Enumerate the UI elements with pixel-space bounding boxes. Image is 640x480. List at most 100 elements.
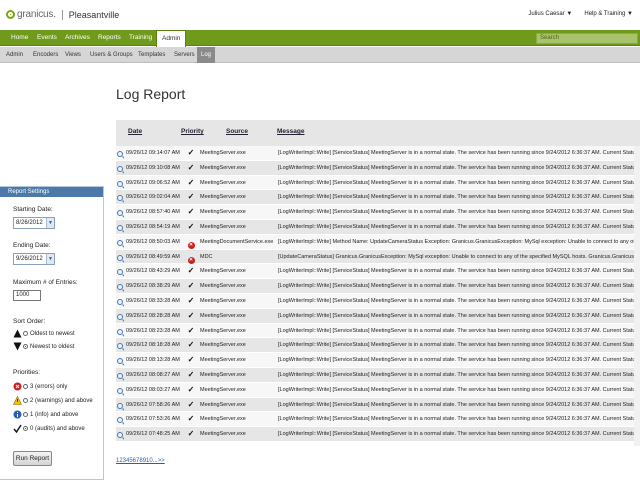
- table-row[interactable]: 09/26/12 09:06:52 AM ✓ MeetingServer.exe [L…: [116, 175, 640, 191]
- col-source-header[interactable]: Source: [226, 128, 248, 135]
- table-row[interactable]: 09/26/12 08:54:19 AM ✓ MeetingServer.exe [L…: [116, 219, 640, 235]
- priority-warnings-radio[interactable]: [23, 398, 28, 403]
- table-row[interactable]: 09/26/12 07:58:26 AM ✓ MeetingServer.exe [L…: [116, 397, 640, 413]
- checkmark-icon: ✓: [187, 162, 195, 172]
- sort-newest-radio[interactable]: [23, 344, 28, 349]
- table-row[interactable]: 09/26/12 08:49:59 AM ✕ MDC [UpdateCameraSta…: [116, 249, 640, 265]
- tab-reports[interactable]: Reports: [93, 30, 126, 46]
- magnifier-icon[interactable]: [116, 250, 124, 264]
- magnifier-icon[interactable]: [116, 161, 124, 175]
- starting-date-select[interactable]: 8/26/2012 ▼: [13, 217, 55, 229]
- magnifier-icon[interactable]: [116, 235, 124, 249]
- table-row[interactable]: 09/26/12 08:23:28 AM ✓ MeetingServer.exe [L…: [116, 323, 640, 339]
- col-priority-header[interactable]: Priority: [181, 128, 204, 135]
- priority-audits-option[interactable]: 0 (audits) and above: [13, 424, 85, 434]
- priorities-label: Priorities:: [13, 369, 41, 376]
- granicus-logo[interactable]: granicus. Pleasantville: [6, 9, 119, 20]
- sort-oldest-radio[interactable]: [23, 331, 28, 336]
- warning-icon: [13, 395, 22, 405]
- sort-newest-option[interactable]: Newest to oldest: [13, 342, 74, 351]
- subtab-log[interactable]: Log: [197, 47, 216, 63]
- table-row[interactable]: 09/26/12 09:02:04 AM ✓ MeetingServer.exe [L…: [116, 190, 640, 206]
- table-row[interactable]: 09/26/12 08:28:28 AM ✓ MeetingServer.exe [L…: [116, 308, 640, 324]
- sub-nav: Admin Encoders Views Users & Groups Temp…: [0, 47, 640, 63]
- magnifier-icon[interactable]: [116, 146, 124, 160]
- subtab-admin[interactable]: Admin: [2, 47, 27, 63]
- row-date: 09/26/12 09:14:07 AM: [126, 150, 180, 156]
- row-date: 09/26/12 08:13:28 AM: [126, 357, 180, 364]
- row-source: MeetingServer.exe: [200, 223, 246, 230]
- search-input[interactable]: Search: [536, 33, 638, 44]
- magnifier-icon[interactable]: [116, 264, 124, 278]
- row-source: MeetingServer.exe: [200, 194, 246, 201]
- priority-info-option[interactable]: 1 (info) and above: [13, 410, 78, 419]
- table-row[interactable]: 09/26/12 08:13:28 AM ✓ MeetingServer.exe [L…: [116, 353, 640, 368]
- magnifier-icon[interactable]: [116, 412, 124, 426]
- row-message: [LogWriterImpl::Write] [ServiceStatus] M…: [278, 357, 640, 364]
- priority-errors-radio[interactable]: [23, 384, 28, 389]
- ending-date-label: Ending Date:: [13, 242, 51, 249]
- table-row[interactable]: 09/26/12 07:48:25 AM ✓ MeetingServer.exe [L…: [116, 427, 640, 442]
- magnifier-icon[interactable]: [116, 383, 124, 397]
- subtab-views[interactable]: Views: [61, 47, 85, 63]
- table-row[interactable]: 09/26/12 09:14:07 AM ✓ MeetingServer.exe [L…: [116, 146, 640, 161]
- row-source: MeetingServer.exe: [200, 386, 246, 393]
- priority-warnings-option[interactable]: 2 (warnings) and above: [13, 395, 93, 405]
- horizontal-scroll-area[interactable]: [634, 146, 640, 446]
- magnifier-icon[interactable]: [116, 279, 124, 293]
- magnifier-icon[interactable]: [116, 427, 124, 441]
- col-date-header[interactable]: Date: [128, 128, 142, 135]
- table-row[interactable]: 09/26/12 08:08:27 AM ✓ MeetingServer.exe [L…: [116, 367, 640, 383]
- subtab-encoders[interactable]: Encoders: [29, 47, 62, 63]
- subtab-templates[interactable]: Templates: [134, 47, 169, 63]
- table-row[interactable]: 09/26/12 08:38:29 AM ✓ MeetingServer.exe [L…: [116, 279, 640, 294]
- table-row[interactable]: 09/26/12 08:50:03 AM ✕ MeetingDocumentServ…: [116, 234, 640, 250]
- magnifier-icon[interactable]: [116, 190, 124, 204]
- user-dropdown[interactable]: Julius Caesar ▼: [528, 11, 572, 17]
- max-entries-label: Maximum # of Entries:: [13, 279, 78, 286]
- table-row[interactable]: 09/26/12 07:53:26 AM ✓ MeetingServer.exe [L…: [116, 412, 640, 428]
- magnifier-icon[interactable]: [116, 398, 124, 412]
- row-priority: ✓: [184, 398, 198, 412]
- magnifier-icon[interactable]: [116, 368, 124, 382]
- row-message: [LogWriterImpl::Write] [ServiceStatus] M…: [278, 150, 640, 156]
- magnifier-icon[interactable]: [116, 176, 124, 190]
- table-row[interactable]: 09/26/12 08:57:40 AM ✓ MeetingServer.exe [L…: [116, 205, 640, 220]
- tab-admin[interactable]: Admin: [156, 30, 187, 47]
- magnifier-icon[interactable]: [116, 309, 124, 323]
- row-date: 09/26/12 08:38:29 AM: [126, 283, 180, 290]
- tab-events[interactable]: Events: [32, 30, 62, 46]
- magnifier-icon[interactable]: [116, 205, 124, 219]
- row-priority: ✓: [184, 324, 198, 338]
- magnifier-icon[interactable]: [116, 294, 124, 308]
- magnifier-icon[interactable]: [116, 324, 124, 338]
- run-report-button[interactable]: Run Report: [13, 451, 52, 466]
- magnifier-icon[interactable]: [116, 338, 124, 352]
- row-date: 09/26/12 07:53:26 AM: [126, 416, 180, 423]
- tab-home[interactable]: Home: [6, 30, 33, 46]
- row-message: [LogWriterImpl::Write] [ServiceStatus] M…: [278, 268, 640, 275]
- table-row[interactable]: 09/26/12 08:18:28 AM ✓ MeetingServer.exe [L…: [116, 338, 640, 354]
- subtab-users-groups[interactable]: Users & Groups: [86, 47, 137, 63]
- table-row[interactable]: 09/26/12 09:10:08 AM ✓ MeetingServer.exe [L…: [116, 160, 640, 176]
- report-settings-header: Report Settings: [0, 187, 103, 197]
- max-entries-input[interactable]: 1000: [13, 290, 41, 301]
- help-dropdown[interactable]: Help & Training ▼: [584, 11, 633, 17]
- ending-date-select[interactable]: 9/26/2012 ▼: [13, 253, 55, 265]
- table-row[interactable]: 09/26/12 08:03:27 AM ✓ MeetingServer.exe [L…: [116, 382, 640, 398]
- sort-oldest-option[interactable]: Oldest to newest: [13, 329, 75, 338]
- row-priority: ✓: [184, 264, 198, 278]
- table-row[interactable]: 09/26/12 08:43:29 AM ✓ MeetingServer.exe [L…: [116, 264, 640, 280]
- priority-info-radio[interactable]: [23, 412, 28, 417]
- priority-audits-radio[interactable]: [23, 426, 28, 431]
- tab-archives[interactable]: Archives: [60, 30, 95, 46]
- col-message-header[interactable]: Message: [277, 128, 304, 135]
- priority-errors-option[interactable]: 3 (errors) only: [13, 382, 67, 391]
- tab-training[interactable]: Training: [124, 30, 157, 46]
- magnifier-icon[interactable]: [116, 220, 124, 234]
- pagination[interactable]: 12345678910...>>: [116, 458, 165, 464]
- subtab-servers[interactable]: Servers: [170, 47, 199, 63]
- magnifier-icon[interactable]: [116, 353, 124, 367]
- priority-info-label: 1 (info) and above: [30, 411, 79, 418]
- table-row[interactable]: 09/26/12 08:33:28 AM ✓ MeetingServer.exe [L…: [116, 293, 640, 309]
